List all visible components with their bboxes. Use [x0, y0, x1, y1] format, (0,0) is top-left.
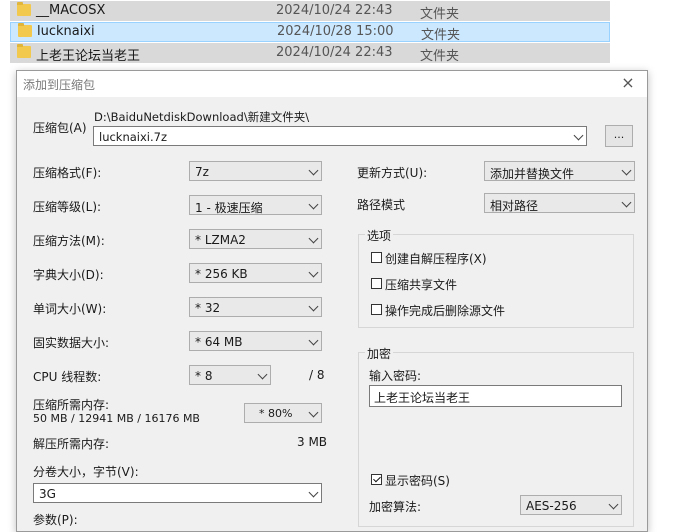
chevron-down-icon	[573, 129, 584, 142]
decomp-label: 解压所需内存:	[33, 437, 110, 451]
word-select[interactable]: * 32	[189, 297, 322, 317]
chevron-down-icon	[308, 300, 319, 313]
password-value: 上老王论坛当老王	[374, 391, 471, 405]
path-value: 相对路径	[490, 199, 539, 213]
word-value: * 32	[195, 301, 221, 315]
path-label: 路径模式	[357, 198, 406, 212]
delete-checkbox[interactable]	[371, 304, 382, 315]
chevron-down-icon	[308, 198, 319, 211]
dialog-title: 添加到压缩包	[23, 78, 96, 92]
delete-label: 操作完成后删除源文件	[385, 304, 506, 318]
chevron-down-icon	[308, 232, 319, 245]
file-row-macosx[interactable]: __MACOSX 2024/10/24 22:43 文件夹	[10, 1, 610, 22]
solid-select[interactable]: * 64 MB	[189, 331, 322, 351]
update-value: 添加并替换文件	[490, 167, 575, 181]
mem-value: * 80%	[259, 407, 293, 420]
encrypt-method-label: 加密算法:	[369, 500, 422, 514]
decomp-value: 3 MB	[297, 435, 328, 449]
file-date: 2024/10/24 22:43	[276, 45, 393, 60]
folder-icon	[17, 2, 31, 16]
file-type: 文件夹	[420, 7, 460, 22]
chevron-down-icon	[621, 164, 632, 177]
encrypt-method-value: AES-256	[526, 499, 577, 513]
encrypt-label: 加密	[365, 345, 394, 362]
file-name: 上老王论坛当老王	[36, 49, 141, 64]
archive-name-combo[interactable]: lucknaixi.7z	[93, 126, 587, 146]
archive-label: 压缩包(A)	[33, 121, 87, 135]
solid-value: * 64 MB	[195, 335, 243, 349]
chevron-down-icon	[308, 334, 319, 347]
password-input[interactable]: 上老王论坛当老王	[369, 385, 622, 407]
chevron-down-icon	[257, 368, 268, 381]
folder-icon	[18, 23, 32, 37]
shared-label: 压缩共享文件	[385, 278, 458, 292]
password-label: 输入密码:	[369, 369, 422, 383]
mem-select[interactable]: * 80%	[244, 403, 322, 423]
word-label: 单词大小(W):	[33, 302, 107, 316]
file-name: lucknaixi	[37, 24, 95, 39]
chevron-down-icon	[621, 196, 632, 209]
archive-name-value: lucknaixi.7z	[99, 130, 168, 144]
mem-label: 压缩所需内存:	[33, 398, 110, 412]
options-label: 选项	[365, 227, 394, 244]
file-date: 2024/10/24 22:43	[276, 3, 393, 18]
params-label: 参数(P):	[33, 513, 78, 527]
solid-label: 固实数据大小:	[33, 336, 110, 350]
folder-icon	[17, 44, 31, 58]
format-select[interactable]: 7z	[189, 161, 322, 181]
file-row-lucknaixi[interactable]: lucknaixi 2024/10/28 15:00 文件夹	[10, 22, 610, 43]
method-value: * LZMA2	[195, 233, 246, 247]
browse-button[interactable]: ...	[605, 125, 633, 147]
split-value: 3G	[39, 487, 56, 501]
file-row-laowang[interactable]: 上老王论坛当老王 2024/10/24 22:43 文件夹	[10, 43, 610, 64]
close-icon[interactable]: ×	[619, 73, 637, 93]
update-label: 更新方式(U):	[357, 166, 428, 180]
chevron-down-icon	[308, 406, 319, 419]
archive-path: D:\BaiduNetdiskDownload\新建文件夹\	[94, 110, 310, 124]
cpu-value: * 8	[195, 369, 213, 383]
method-select[interactable]: * LZMA2	[189, 229, 322, 249]
format-label: 压缩格式(F):	[33, 166, 102, 180]
file-type: 文件夹	[420, 49, 460, 64]
chevron-down-icon	[308, 266, 319, 279]
split-select[interactable]: 3G	[33, 483, 322, 503]
format-value: 7z	[195, 165, 209, 179]
file-date: 2024/10/28 15:00	[277, 24, 394, 39]
encrypt-method-select[interactable]: AES-256	[520, 495, 622, 515]
level-label: 压缩等级(L):	[33, 200, 102, 214]
chevron-down-icon	[308, 486, 319, 499]
level-select[interactable]: 1 - 极速压缩	[189, 195, 322, 215]
update-select[interactable]: 添加并替换文件	[484, 161, 635, 181]
level-value: 1 - 极速压缩	[195, 201, 263, 215]
show-password-label: 显示密码(S)	[385, 474, 450, 488]
sfx-label: 创建自解压程序(X)	[385, 252, 487, 266]
cpu-max: / 8	[309, 368, 325, 382]
path-select[interactable]: 相对路径	[484, 193, 635, 213]
cpu-select[interactable]: * 8	[189, 365, 271, 385]
dict-label: 字典大小(D):	[33, 268, 104, 282]
file-name: __MACOSX	[36, 3, 106, 18]
sfx-checkbox[interactable]	[371, 252, 382, 263]
add-to-archive-dialog: 添加到压缩包 × 压缩包(A) D:\BaiduNetdiskDownload\…	[16, 70, 648, 532]
shared-checkbox[interactable]	[371, 278, 382, 289]
chevron-down-icon	[608, 498, 619, 511]
mem-detail: 50 MB / 12941 MB / 16176 MB	[33, 412, 200, 425]
file-type: 文件夹	[421, 28, 461, 43]
title-bar: 添加到压缩包 ×	[17, 71, 647, 97]
cpu-label: CPU 线程数:	[33, 370, 102, 384]
show-password-checkbox[interactable]	[371, 474, 382, 485]
dict-value: * 256 KB	[195, 267, 248, 281]
split-label: 分卷大小，字节(V):	[33, 465, 139, 479]
dict-select[interactable]: * 256 KB	[189, 263, 322, 283]
method-label: 压缩方法(M):	[33, 234, 105, 248]
chevron-down-icon	[308, 164, 319, 177]
